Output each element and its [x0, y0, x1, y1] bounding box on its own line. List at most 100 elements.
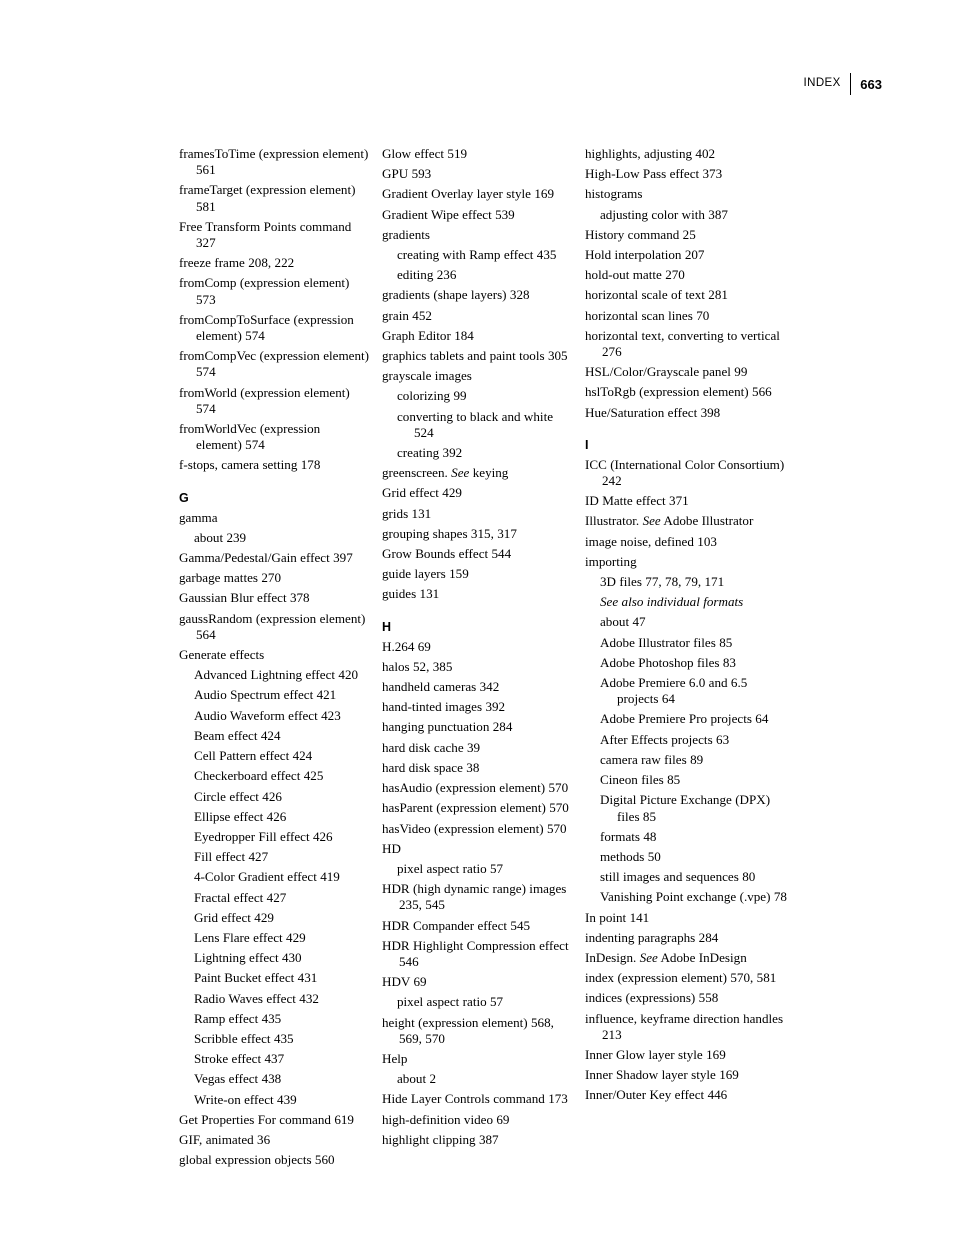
index-entry: guides 131	[382, 586, 440, 602]
index-subentry: converting to black and white 524	[397, 408, 554, 440]
index-subentry: Lightning effect 430	[194, 950, 302, 966]
index-subentry: Scribble effect 435	[194, 1030, 294, 1046]
index-subentry: Grid effect 429	[194, 909, 274, 925]
index-entry: horizontal scale of text 281	[585, 287, 728, 303]
index-subentry: Lens Flare effect 429	[194, 929, 306, 945]
index-entry: Glow effect 519	[382, 146, 468, 161]
index-entry: height (expression element) 568, 569, 57…	[382, 1014, 554, 1046]
index-entry: highlights, adjusting 402	[585, 146, 716, 161]
index-subentry: Ellipse effect 426	[194, 808, 287, 824]
index-subentry: still images and sequences 80	[600, 869, 756, 885]
index-entry: gradients	[382, 226, 430, 242]
index-entry: hard disk cache 39	[382, 739, 481, 755]
index-subentry: Circle effect 426	[194, 788, 282, 804]
index-entry: Hide Layer Controls command 173	[382, 1091, 568, 1107]
index-entry: ICC (International Color Consortium) 242	[585, 456, 785, 489]
index-subentry: Fill effect 427	[194, 849, 269, 865]
index-columns-container: framesToTime (expression element) 561 fra…	[179, 146, 811, 1172]
index-entry: H.264 69	[382, 638, 431, 654]
index-entry: Graph Editor 184	[382, 327, 474, 343]
index-entry: fromCompVec (expression element) 574	[179, 348, 370, 380]
index-subentry: adjusting color with 387	[600, 206, 728, 222]
index-entry: Gradient Overlay layer style 169	[382, 186, 555, 202]
page-number: 663	[860, 76, 882, 92]
index-subentry: editing 236	[397, 267, 457, 283]
index-entry: freeze frame 208, 222	[179, 255, 295, 271]
index-entry: influence, keyframe direction handles 21…	[585, 1010, 784, 1042]
index-subentry: Ramp effect 435	[194, 1010, 282, 1026]
index-entry: highlight clipping 387	[382, 1131, 499, 1147]
index-entry: HSL/Color/Grayscale panel 99	[585, 364, 748, 380]
index-entry: HDR Compander effect 545	[382, 917, 531, 933]
index-entry: GPU 593	[382, 166, 432, 182]
index-entry: grain 452	[382, 307, 432, 323]
index-subentry: pixel aspect ratio 57	[397, 860, 504, 876]
index-entry: hasAudio (expression element) 570	[382, 780, 569, 796]
index-entry: History command 25	[585, 226, 696, 242]
index-entry: fromWorldVec (expression element) 574	[179, 421, 321, 453]
index-entry: horizontal scan lines 70	[585, 307, 710, 323]
index-entry: importing	[585, 553, 637, 569]
index-subentry: 3D files 77, 78, 79, 171	[600, 574, 725, 590]
index-entry: index (expression element) 570, 581	[585, 970, 777, 986]
index-entry: Inner Shadow layer style 169	[585, 1067, 739, 1083]
index-subentry: formats 48	[600, 828, 657, 844]
index-entry: Generate effects	[179, 647, 265, 663]
index-entry: Gradient Wipe effect 539	[382, 206, 515, 222]
index-subentry: Stroke effect 437	[194, 1051, 285, 1067]
index-column: highlights, adjusting 402 High-Low Pass e…	[585, 146, 790, 1172]
index-subentry: creating 392	[397, 445, 463, 461]
index-entry: GIF, animated 36	[179, 1131, 271, 1147]
index-entry: ID Matte effect 371	[585, 493, 689, 509]
index-subentry: Radio Waves effect 432	[194, 990, 319, 1006]
index-entry: global expression objects 560	[179, 1152, 335, 1168]
index-subentry: Vanishing Point exchange (.vpe) 78	[600, 889, 787, 905]
index-entry: Help	[382, 1050, 408, 1066]
index-entry: Hold interpolation 207	[585, 247, 705, 263]
index-subentry: colorizing 99	[397, 388, 467, 404]
index-entry: InDesign. See Adobe InDesign	[585, 949, 747, 965]
index-entry: HDR (high dynamic range) images 235, 545	[382, 881, 567, 913]
index-entry: Grow Bounds effect 544	[382, 546, 512, 562]
running-header-label: INDEX	[803, 77, 841, 90]
index-entry: hslToRgb (expression element) 566	[585, 384, 772, 400]
index-entry: fromCompToSurface (expression element) 5…	[179, 311, 354, 344]
index-entry: gradients (shape layers) 328	[382, 287, 530, 303]
running-header: INDEX 663	[804, 72, 882, 96]
index-subentry: Advanced Lightning effect 420	[194, 667, 359, 683]
index-entry: Inner/Outer Key effect 446	[585, 1087, 728, 1103]
index-subentry: Adobe Illustrator files 85	[600, 634, 733, 650]
index-subentry: 4-Color Gradient effect 419	[194, 869, 340, 885]
index-subentry: Audio Spectrum effect 421	[194, 687, 337, 703]
index-subentry: Write-on effect 439	[194, 1091, 297, 1107]
index-letter-heading: I	[585, 437, 589, 452]
index-entry: HDV 69	[382, 974, 427, 990]
index-entry: high-definition video 69	[382, 1111, 510, 1127]
index-entry: hanging punctuation 284	[382, 719, 513, 735]
index-column: Glow effect 519 GPU 593 Gradient Overlay l…	[382, 146, 572, 1172]
index-subentry: creating with Ramp effect 435	[397, 247, 557, 263]
index-entry: grayscale images	[382, 368, 472, 384]
index-entry: Hue/Saturation effect 398	[585, 404, 721, 420]
index-subentry: See also individual formats	[600, 594, 744, 610]
index-entry: hasParent (expression element) 570	[382, 800, 569, 816]
index-entry: hasVideo (expression element) 570	[382, 820, 567, 836]
index-subentry: Checkerboard effect 425	[194, 768, 324, 784]
index-subentry: about 47	[600, 614, 646, 630]
index-subentry: Vegas effect 438	[194, 1071, 282, 1087]
index-subentry: Digital Picture Exchange (DPX) files 85	[600, 792, 771, 824]
index-subentry: Paint Bucket effect 431	[194, 970, 318, 986]
index-entry: Grid effect 429	[382, 485, 462, 501]
index-entry: graphics tablets and paint tools 305	[382, 348, 568, 364]
index-entry: indenting paragraphs 284	[585, 929, 719, 945]
index-subentry: Cell Pattern effect 424	[194, 748, 313, 764]
index-entry: HD	[382, 840, 401, 856]
index-entry: Gamma/Pedestal/Gain effect 397	[179, 550, 353, 566]
index-letter-heading: G	[179, 490, 189, 505]
index-entry: grids 131	[382, 505, 432, 521]
index-subentry: methods 50	[600, 848, 661, 864]
index-entry: fromWorld (expression element) 574	[179, 384, 350, 416]
index-subentry: Audio Waveform effect 423	[194, 707, 341, 723]
index-subentry: Adobe Premiere Pro projects 64	[600, 711, 769, 727]
index-subentry: pixel aspect ratio 57	[397, 994, 504, 1010]
